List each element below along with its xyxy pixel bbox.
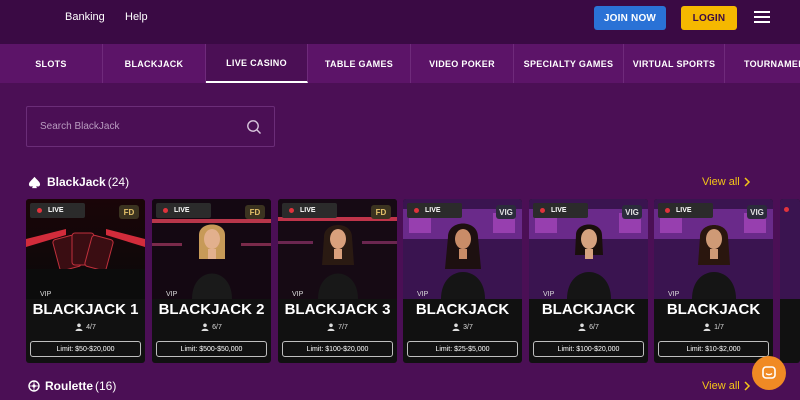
live-badge: LIVE bbox=[533, 203, 588, 218]
join-now-button[interactable]: JOIN NOW bbox=[594, 6, 666, 30]
roulette-icon bbox=[28, 380, 40, 392]
section-title: Roulette bbox=[45, 379, 93, 393]
top-bar: Banking Help JOIN NOW LOGIN bbox=[0, 0, 800, 44]
game-card[interactable]: LIVE VIG VIP BLACKJACK 3/7 Limit: $25-$5… bbox=[403, 199, 522, 363]
limit-badge: Limit: $500-$50,000 bbox=[156, 341, 267, 357]
game-card[interactable]: LIVE FD VIP BLACKJACK 3 7/7 Limit: $100-… bbox=[278, 199, 397, 363]
game-thumbnail bbox=[780, 199, 800, 299]
game-card[interactable]: LIVE FD VIP BLACKJACK 2 6/7 Limit: $500-… bbox=[152, 199, 271, 363]
seats-indicator: 1/7 bbox=[654, 323, 773, 331]
game-name: BLACKJACK bbox=[666, 301, 761, 318]
live-badge: LIVE bbox=[407, 203, 462, 218]
live-dot bbox=[784, 207, 789, 212]
login-button[interactable]: LOGIN bbox=[681, 6, 737, 30]
tab-tournaments[interactable]: TOURNAMEN bbox=[725, 44, 800, 83]
tab-slots[interactable]: SLOTS bbox=[0, 44, 103, 83]
view-all-roulette-link[interactable]: View all bbox=[702, 380, 751, 392]
spade-icon bbox=[28, 176, 41, 188]
game-card[interactable]: LIVE VIG VIP BLACKJACK 6/7 Limit: $100-$… bbox=[529, 199, 648, 363]
tab-video-poker[interactable]: VIDEO POKER bbox=[411, 44, 514, 83]
game-card[interactable]: LIVE VIG VIP BLACKJACK 1/7 Limit: $10-$2… bbox=[654, 199, 773, 363]
game-name: BLACKJACK 2 bbox=[158, 301, 265, 318]
view-all-blackjack-link[interactable]: View all bbox=[702, 176, 751, 188]
provider-logo: VIG bbox=[496, 205, 516, 219]
user-icon bbox=[201, 323, 209, 331]
vip-label: VIP bbox=[543, 291, 555, 298]
provider-logo: FD bbox=[371, 205, 391, 219]
limit-badge: Limit: $100-$20,000 bbox=[282, 341, 393, 357]
user-icon bbox=[327, 323, 335, 331]
view-all-label: View all bbox=[702, 176, 740, 188]
live-badge: LIVE bbox=[30, 203, 85, 218]
game-card[interactable]: LIVE FD VIP BLACKJACK 1 4/7 Limit: $50-$… bbox=[26, 199, 145, 363]
view-all-label: View all bbox=[702, 380, 740, 392]
chevron-right-icon bbox=[744, 177, 750, 187]
tab-blackjack[interactable]: BLACKJACK bbox=[103, 44, 206, 83]
tab-live-casino[interactable]: LIVE CASINO bbox=[206, 44, 308, 83]
live-badge: LIVE bbox=[156, 203, 211, 218]
tab-specialty-games[interactable]: SPECIALTY GAMES bbox=[514, 44, 624, 83]
blackjack-section-header: BlackJack (24) bbox=[28, 174, 129, 190]
user-icon bbox=[703, 323, 711, 331]
vip-label: VIP bbox=[417, 291, 429, 298]
seats-count: 6/7 bbox=[589, 323, 599, 331]
seats-count: 1/7 bbox=[714, 323, 724, 331]
provider-logo: VIG bbox=[622, 205, 642, 219]
limit-badge: Limit: $25-$5,000 bbox=[407, 341, 518, 357]
section-count: (24) bbox=[107, 175, 130, 189]
chat-button[interactable] bbox=[752, 356, 786, 390]
category-nav: SLOTS BLACKJACK LIVE CASINO TABLE GAMES … bbox=[0, 44, 800, 83]
provider-logo: VIG bbox=[747, 205, 767, 219]
seats-count: 7/7 bbox=[338, 323, 348, 331]
search-icon[interactable] bbox=[246, 119, 262, 135]
provider-logo: FD bbox=[119, 205, 139, 219]
seats-indicator: 7/7 bbox=[278, 323, 397, 331]
chevron-right-icon bbox=[744, 381, 750, 391]
roulette-section-header: Roulette (16) bbox=[28, 378, 116, 394]
seats-indicator: 4/7 bbox=[26, 323, 145, 331]
user-icon bbox=[578, 323, 586, 331]
game-card-partial[interactable] bbox=[780, 199, 800, 363]
limit-badge: Limit: $100-$20,000 bbox=[533, 341, 644, 357]
live-badge: LIVE bbox=[658, 203, 713, 218]
limit-badge: Limit: $50-$20,000 bbox=[30, 341, 141, 357]
vip-label: VIP bbox=[40, 291, 52, 298]
seats-indicator: 6/7 bbox=[152, 323, 271, 331]
chat-icon bbox=[762, 366, 776, 379]
banking-link[interactable]: Banking bbox=[65, 11, 105, 23]
search-placeholder: Search BlackJack bbox=[40, 121, 120, 132]
help-link[interactable]: Help bbox=[125, 11, 148, 23]
game-name: BLACKJACK bbox=[541, 301, 636, 318]
menu-icon[interactable] bbox=[754, 11, 770, 23]
limit-badge: Limit: $10-$2,000 bbox=[658, 341, 769, 357]
search-input[interactable]: Search BlackJack bbox=[26, 106, 275, 147]
vip-label: VIP bbox=[166, 291, 178, 298]
game-name: BLACKJACK 3 bbox=[284, 301, 391, 318]
seats-count: 4/7 bbox=[86, 323, 96, 331]
live-badge: LIVE bbox=[282, 203, 337, 218]
seats-count: 3/7 bbox=[463, 323, 473, 331]
seats-count: 6/7 bbox=[212, 323, 222, 331]
tab-table-games[interactable]: TABLE GAMES bbox=[308, 44, 411, 83]
user-icon bbox=[75, 323, 83, 331]
section-count: (16) bbox=[95, 379, 117, 393]
seats-indicator: 3/7 bbox=[403, 323, 522, 331]
user-icon bbox=[452, 323, 460, 331]
vip-label: VIP bbox=[668, 291, 680, 298]
section-title: BlackJack bbox=[47, 175, 106, 189]
seats-indicator: 6/7 bbox=[529, 323, 648, 331]
provider-logo: FD bbox=[245, 205, 265, 219]
tab-virtual-sports[interactable]: VIRTUAL SPORTS bbox=[624, 44, 725, 83]
game-name: BLACKJACK 1 bbox=[32, 301, 139, 318]
game-name: BLACKJACK bbox=[415, 301, 510, 318]
vip-label: VIP bbox=[292, 291, 304, 298]
